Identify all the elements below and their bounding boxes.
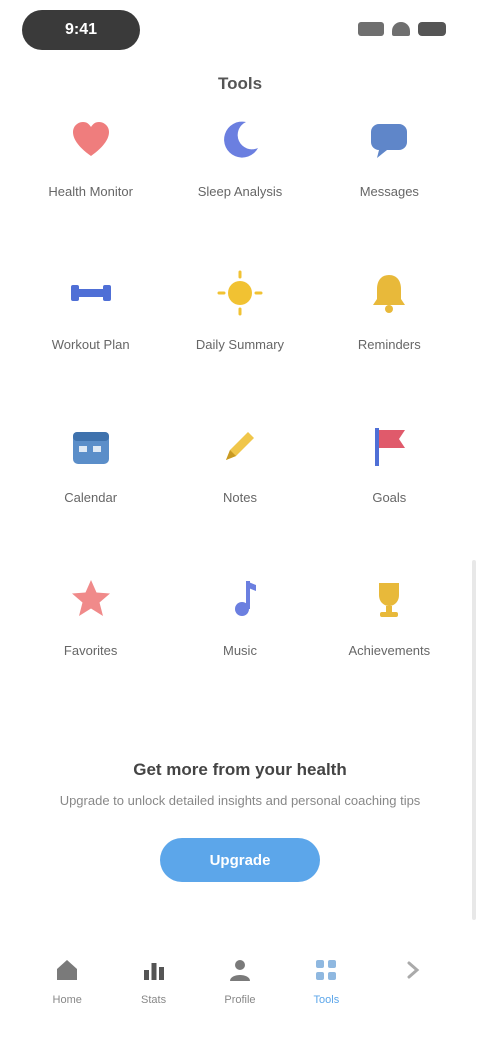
status-bar: 9:41 [0, 0, 480, 64]
tab-label: Profile [224, 994, 256, 1006]
promo-card: Get more from your health Upgrade to unl… [30, 730, 450, 930]
wifi-icon [392, 22, 410, 36]
app-tile[interactable]: Notes [165, 408, 314, 561]
star-icon [61, 569, 121, 629]
app-label: Notes [223, 490, 257, 505]
apps-grid: Health Monitor Sleep Analysis Messages W… [16, 102, 464, 714]
scrollbar[interactable] [472, 560, 476, 920]
status-icons [358, 22, 446, 36]
flag-icon [359, 416, 419, 476]
dumbbell-icon [61, 263, 121, 323]
trophy-icon [359, 569, 419, 629]
app-tile[interactable]: Calendar [16, 408, 165, 561]
grid-icon [308, 952, 344, 988]
app-label: Goals [372, 490, 407, 505]
calendar-icon [61, 416, 121, 476]
app-tile[interactable]: Workout Plan [16, 255, 165, 408]
home-icon [49, 952, 85, 988]
promo-title: Get more from your health [133, 760, 347, 779]
tab-label: Tools [313, 994, 340, 1006]
music-icon [210, 569, 270, 629]
person-icon [222, 952, 258, 988]
sun-icon [210, 263, 270, 323]
chevron-right-icon [395, 952, 431, 988]
app-tile[interactable]: Daily Summary [165, 255, 314, 408]
app-tile[interactable]: Health Monitor [16, 102, 165, 255]
heart-icon [61, 110, 121, 170]
battery-icon [418, 22, 446, 36]
chart-icon [136, 952, 172, 988]
app-label: Health Monitor [48, 184, 133, 199]
tab-bar: Home Stats Profile Tools [0, 942, 480, 1040]
app-label: Reminders [357, 337, 421, 352]
app-tile[interactable]: Messages [315, 102, 464, 255]
app-label: Messages [359, 184, 419, 199]
signal-icon [358, 22, 384, 36]
app-tile[interactable]: Achievements [315, 561, 464, 714]
tab-home[interactable]: Home [33, 952, 101, 1006]
app-tile[interactable]: Reminders [315, 255, 464, 408]
tab-stats[interactable]: Stats [120, 952, 188, 1006]
app-tile[interactable]: Music [165, 561, 314, 714]
app-label: Workout Plan [51, 337, 130, 352]
tab-more[interactable] [379, 952, 447, 994]
app-label: Music [223, 643, 257, 658]
app-tile[interactable]: Sleep Analysis [165, 102, 314, 255]
pencil-icon [210, 416, 270, 476]
app-tile[interactable]: Favorites [16, 561, 165, 714]
promo-subtitle: Upgrade to unlock detailed insights and … [59, 793, 421, 808]
chat-icon [359, 110, 419, 170]
tab-tools[interactable]: Tools [292, 952, 360, 1006]
app-label: Calendar [64, 490, 118, 505]
tab-profile[interactable]: Profile [206, 952, 274, 1006]
moon-icon [210, 110, 270, 170]
upgrade-button[interactable]: Upgrade [160, 838, 320, 882]
app-label: Daily Summary [195, 337, 285, 352]
status-time: 9:41 [22, 10, 140, 50]
app-label: Achievements [348, 643, 431, 658]
tab-label: Stats [141, 994, 167, 1006]
bell-icon [359, 263, 419, 323]
app-label: Sleep Analysis [197, 184, 283, 199]
tab-label: Home [52, 994, 82, 1006]
app-label: Favorites [63, 643, 118, 658]
app-tile[interactable]: Goals [315, 408, 464, 561]
section-title: Tools [217, 74, 263, 93]
